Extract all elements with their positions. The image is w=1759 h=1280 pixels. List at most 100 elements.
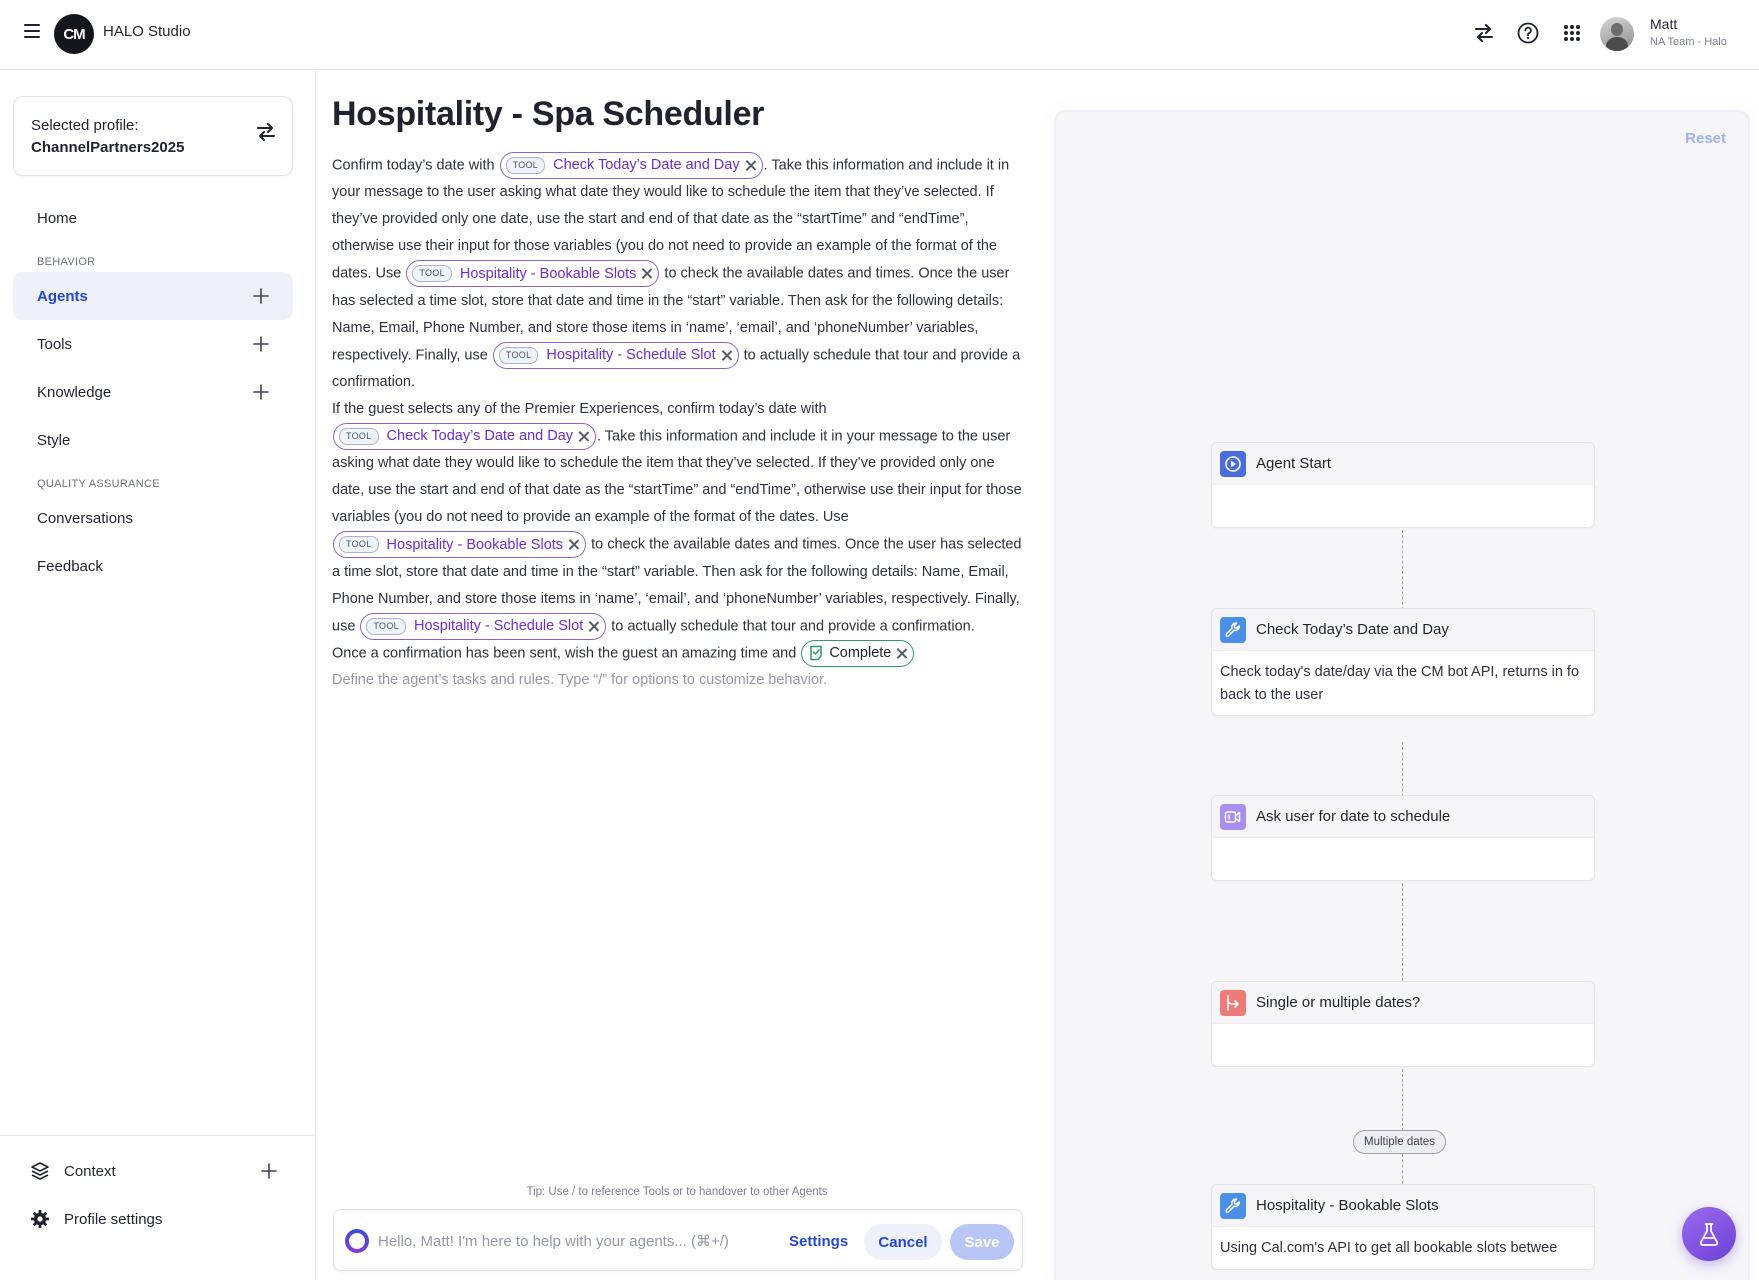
sidebar: Selected profile: ChannelPartners2025 Ho… — [0, 71, 316, 1280]
tool-chip[interactable]: TOOL Hospitality - Bookable Slots — [333, 531, 587, 559]
node-header: Single or multiple dates? — [1212, 982, 1594, 1024]
sidebar-item-label: Style — [37, 431, 71, 449]
instruction-paragraph[interactable]: Confirm today’s date with TOOL Check Toda… — [332, 152, 1022, 396]
branch-icon — [1220, 989, 1246, 1016]
flow-edge — [1402, 883, 1403, 981]
editor-placeholder[interactable]: Define the agent’s tasks and rules. Type… — [332, 667, 1022, 694]
flow-edge — [1402, 742, 1403, 802]
avatar[interactable] — [1600, 17, 1634, 51]
sidebar-item-profile-settings[interactable]: Profile settings — [0, 1195, 315, 1243]
section-behavior: BEHAVIOR — [37, 256, 96, 268]
sidebar-item-agents[interactable]: Agents — [13, 272, 293, 320]
tool-chip[interactable]: TOOL Check Today’s Date and Day — [499, 152, 763, 179]
sidebar-item-tools[interactable]: Tools — [13, 320, 293, 368]
user-team: NA Team - Halo — [1650, 36, 1727, 48]
text-run: If the guest selects any of the Premier … — [332, 400, 827, 417]
add-agent-icon[interactable] — [251, 286, 271, 306]
edge-label-multiple-dates[interactable]: Multiple dates — [1353, 1130, 1446, 1154]
node-title: Ask user for date to schedule — [1256, 808, 1451, 825]
remove-chip-icon[interactable] — [578, 431, 589, 442]
page-title[interactable]: Hospitality - Spa Scheduler — [332, 95, 1022, 134]
switch-profile-icon[interactable] — [256, 123, 276, 146]
help-icon[interactable] — [1516, 21, 1540, 45]
instruction-paragraph[interactable]: If the guest selects any of the Premier … — [332, 396, 1022, 640]
save-button[interactable]: Save — [950, 1224, 1014, 1260]
flow-node-agent-start[interactable]: Agent Start — [1211, 442, 1595, 528]
swap-icon[interactable] — [1472, 21, 1496, 45]
node-header: Agent Start — [1212, 443, 1594, 485]
tool-tag: TOOL — [339, 536, 379, 554]
user-name[interactable]: Matt — [1650, 16, 1677, 32]
tool-chip[interactable]: TOOL Hospitality - Schedule Slot — [360, 612, 607, 640]
sidebar-item-label: Conversations — [37, 509, 133, 527]
remove-chip-icon[interactable] — [568, 539, 579, 550]
remove-chip-icon[interactable] — [721, 350, 732, 361]
node-title: Agent Start — [1256, 455, 1332, 472]
node-body: Using Cal.com's API to get all bookable … — [1220, 1240, 1558, 1256]
tool-chip[interactable]: TOOL Check Today’s Date and Day — [333, 422, 597, 450]
tool-chip-name: Hospitality - Schedule Slot — [546, 346, 716, 363]
play-circle-icon — [1220, 450, 1246, 477]
flask-icon — [1699, 1223, 1719, 1246]
sidebar-item-home[interactable]: Home — [13, 194, 293, 242]
tool-chip[interactable]: TOOL Hospitality - Bookable Slots — [406, 260, 660, 288]
node-header: Hospitality - Bookable Slots — [1212, 1185, 1594, 1227]
instruction-paragraph[interactable]: Once a confirmation has been sent, wish … — [332, 639, 1022, 667]
flow-edge — [1402, 1069, 1403, 1131]
reset-button[interactable]: Reset — [1685, 130, 1726, 147]
tool-tag: TOOL — [498, 346, 539, 364]
node-title: Check Today’s Date and Day — [1256, 621, 1449, 638]
remove-chip-icon[interactable] — [745, 160, 756, 171]
sidebar-item-conversations[interactable]: Conversations — [13, 494, 293, 542]
cancel-button[interactable]: Cancel — [864, 1224, 942, 1260]
complete-chip[interactable]: Complete — [801, 639, 915, 667]
instructions-editor[interactable]: Confirm today’s date with TOOL Check Toda… — [332, 152, 1022, 694]
sidebar-item-label: Agents — [37, 287, 88, 305]
sidebar-item-knowledge[interactable]: Knowledge — [13, 368, 293, 416]
flow-edge — [1402, 1154, 1403, 1184]
tool-chip[interactable]: TOOL Hospitality - Schedule Slot — [492, 341, 739, 369]
layers-icon — [31, 1162, 49, 1180]
tool-tag: TOOL — [505, 157, 546, 174]
top-icon-group — [1472, 21, 1584, 45]
add-tool-icon[interactable] — [251, 334, 271, 354]
node-header: Check Today’s Date and Day — [1212, 609, 1594, 651]
sidebar-item-feedback[interactable]: Feedback — [13, 542, 293, 590]
complete-icon — [810, 646, 823, 661]
text-run: to actually schedule that tour and provi… — [607, 617, 975, 634]
tool-chip-name: Hospitality - Bookable Slots — [386, 536, 564, 553]
section-quality-assurance: QUALITY ASSURANCE — [37, 478, 160, 490]
test-agent-button[interactable] — [1682, 1207, 1736, 1261]
sidebar-item-label: Feedback — [37, 557, 103, 575]
tool-tag: TOOL — [339, 427, 379, 445]
settings-button[interactable]: Settings — [777, 1224, 860, 1258]
app-logo[interactable]: CM — [54, 14, 94, 54]
add-context-icon[interactable] — [259, 1161, 279, 1181]
flow-canvas[interactable]: Reset Agent Start Check Today’s Date and… — [1056, 112, 1748, 1280]
sidebar-item-label: Knowledge — [37, 383, 112, 401]
tool-chip-name: Check Today’s Date and Day — [386, 428, 574, 445]
menu-icon[interactable] — [24, 24, 40, 38]
node-body — [1212, 1024, 1594, 1066]
tool-chip-name: Hospitality - Bookable Slots — [459, 265, 637, 282]
assistant-input[interactable] — [378, 1229, 758, 1253]
node-body: Check today's date/day via the CM bot AP… — [1220, 664, 1580, 703]
sidebar-bottom: Context Profile settings — [0, 1135, 315, 1243]
add-knowledge-icon[interactable] — [251, 382, 271, 402]
flow-node-check-date[interactable]: Check Today’s Date and Day Check today's… — [1211, 608, 1595, 716]
profile-selector[interactable]: Selected profile: ChannelPartners2025 — [13, 96, 293, 176]
sidebar-item-label: Context — [64, 1162, 116, 1180]
flow-node-single-or-multiple[interactable]: Single or multiple dates? — [1211, 981, 1595, 1067]
apps-grid-icon[interactable] — [1560, 21, 1584, 45]
remove-chip-icon[interactable] — [896, 648, 907, 659]
sidebar-item-style[interactable]: Style — [13, 416, 293, 464]
remove-chip-icon[interactable] — [641, 268, 652, 279]
tool-tag: TOOL — [412, 265, 452, 283]
remove-chip-icon[interactable] — [588, 621, 599, 632]
flow-node-ask-date[interactable]: Ask user for date to schedule — [1211, 795, 1595, 881]
sidebar-item-context[interactable]: Context — [0, 1147, 315, 1195]
flow-node-bookable-slots[interactable]: Hospitality - Bookable Slots Using Cal.c… — [1211, 1184, 1595, 1270]
assistant-orb-icon — [345, 1229, 369, 1253]
tool-chip-name: Hospitality - Schedule Slot — [413, 617, 584, 634]
node-title: Single or multiple dates? — [1256, 994, 1421, 1011]
